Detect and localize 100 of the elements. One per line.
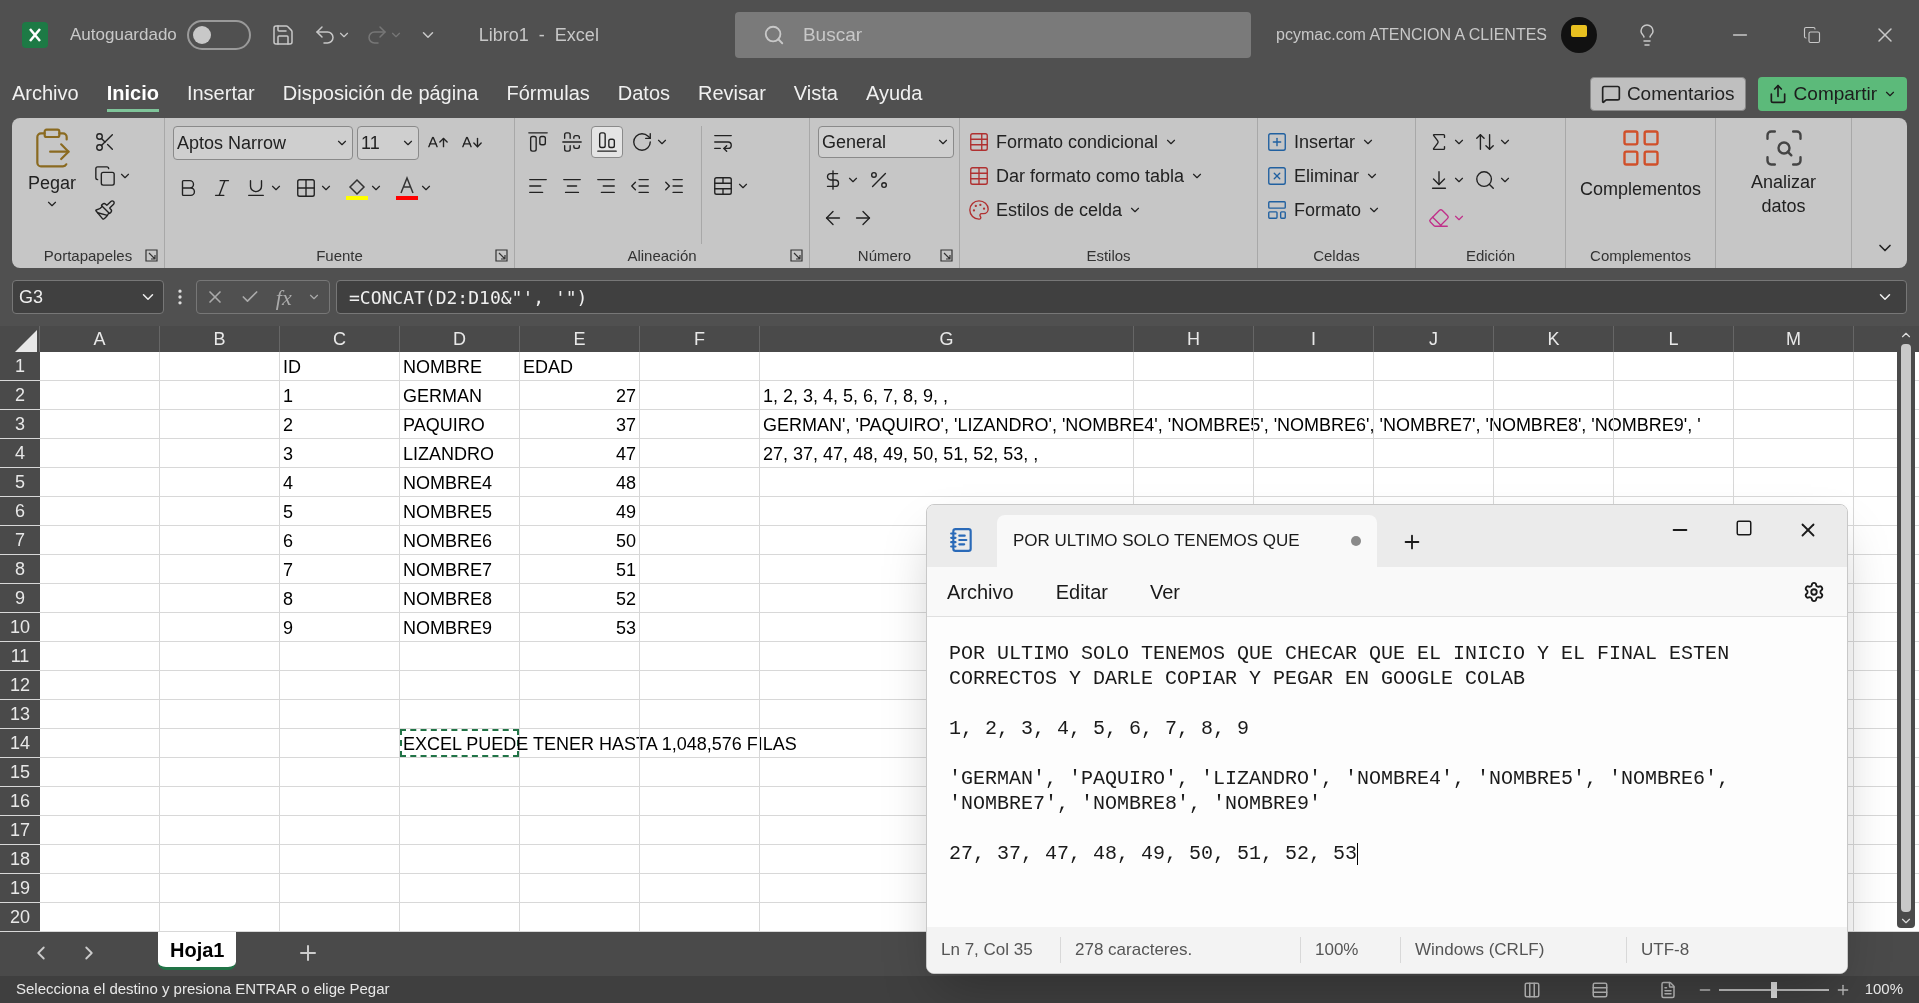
styles-menu-button[interactable]: Formato condicional (968, 126, 1205, 158)
group-label: Alineación (627, 245, 697, 266)
page-layout-icon[interactable] (1590, 980, 1609, 999)
ribbon-tab[interactable]: Ayuda (865, 76, 923, 112)
page-break-icon[interactable] (1658, 980, 1677, 999)
status-message: Selecciona el destino y presiona ENTRAR o elige Pegar (16, 979, 390, 1000)
autosave-toggle[interactable] (186, 20, 251, 50)
row-header[interactable]: 11 (0, 642, 40, 670)
row-header[interactable]: 5 (0, 468, 40, 496)
table-cell-text: NOMBRE4 (403, 472, 492, 495)
row-header[interactable]: 9 (0, 584, 40, 612)
paste-button[interactable]: Pegar (20, 126, 84, 244)
table-cell-text: EDAD (523, 356, 573, 379)
format-painter-icon (94, 199, 116, 221)
text-paragraph: 'GERMAN', 'PAQUIRO', 'LIZANDRO', 'NOMBRE4', 'NOMBRE5', 'NOMBRE6', 'NOMBRE7', 'NOMBRE8', 'NOMBRE9' (949, 766, 1731, 816)
row-header[interactable]: 8 (0, 555, 40, 583)
notepad-icon (949, 527, 975, 553)
row-header[interactable]: 6 (0, 497, 40, 525)
font-name-dropdown[interactable]: Aptos Narrow (173, 126, 353, 160)
dialog-launcher-icon[interactable] (790, 249, 803, 262)
normal-view-icon[interactable] (1522, 980, 1541, 999)
table-cell-text: 53 (615, 617, 636, 640)
dialog-launcher-icon[interactable] (145, 249, 158, 262)
menu-item[interactable]: Archivo (947, 576, 1014, 607)
save-icon[interactable] (270, 23, 295, 47)
orientation-icon (631, 131, 653, 153)
dialog-launcher-icon[interactable] (940, 249, 953, 262)
menu-item[interactable]: Ver (1149, 576, 1180, 607)
row-header[interactable]: 3 (0, 410, 40, 438)
row-header[interactable]: 19 (0, 874, 40, 902)
table-cell-text: 1, 2, 3, 4, 5, 6, 7, 8, 9, , (763, 385, 949, 408)
row-header[interactable]: 1 (0, 352, 40, 380)
square-icon (1266, 199, 1288, 221)
formula-field[interactable]: =CONCAT(D2:D10&"', '") (336, 280, 1907, 314)
cells-menu-button[interactable]: Eliminar (1266, 160, 1382, 192)
zoom-slider-thumb[interactable] (1770, 981, 1777, 998)
ribbon-tab[interactable]: Disposición de página (282, 76, 479, 112)
styles-menu-button[interactable]: Estilos de celda (968, 194, 1205, 226)
vertical-align-icon (561, 131, 583, 153)
merge-cells-icon (712, 175, 734, 197)
font-size-dropdown[interactable]: 11 (357, 126, 419, 160)
menu-item[interactable]: Editar (1055, 576, 1108, 607)
addins-button[interactable]: Complementos (1574, 126, 1707, 244)
status-text: UTF-8 (1641, 940, 1690, 960)
document-tab[interactable]: POR ULTIMO SOLO TENEMOS QUE (997, 515, 1377, 567)
table-cell-text: 3 (283, 443, 293, 466)
row-header[interactable]: 17 (0, 816, 40, 844)
name-box[interactable]: G3 (12, 280, 164, 314)
ribbon-tab[interactable]: Insertar (186, 76, 255, 112)
table-cell-text: NOMBRE9 (403, 617, 492, 640)
table-cell-text: PAQUIRO (403, 414, 485, 437)
percent-icon (868, 169, 890, 191)
cells-menu-button[interactable]: Formato (1266, 194, 1382, 226)
table-cell-text: LIZANDRO (403, 443, 494, 466)
share-button[interactable]: Compartir (1757, 77, 1907, 111)
status-text: 278 caracteres. (1075, 940, 1193, 960)
avatar-icon[interactable] (1561, 17, 1597, 53)
group-label: Portapapeles (43, 245, 133, 266)
text-paragraph: 1, 2, 3, 4, 5, 6, 7, 8, 9 (949, 716, 1251, 741)
status-text: Ln 7, Col 35 (941, 940, 1033, 960)
row-header[interactable]: 10 (0, 613, 40, 641)
table-cell-text: 27, 37, 47, 48, 49, 50, 51, 52, 53, , (763, 443, 1039, 466)
table-cell-text: 27 (615, 385, 636, 408)
row-header[interactable]: 20 (0, 903, 40, 931)
square-icon (1266, 165, 1288, 187)
cells-menu-button[interactable]: Insertar (1266, 126, 1382, 158)
table-cell-text: 5 (283, 501, 293, 524)
ribbon-tab[interactable]: Revisar (698, 76, 766, 112)
analyze-data-button[interactable]: Analizar datos (1733, 126, 1834, 244)
row-header[interactable]: 12 (0, 671, 40, 699)
row-header[interactable]: 14 (0, 729, 40, 757)
row-header[interactable]: 2 (0, 381, 40, 409)
ribbon-tab[interactable]: Datos (617, 76, 671, 112)
sheet-tab[interactable]: Hoja1 (158, 932, 237, 970)
row-header[interactable]: 13 (0, 700, 40, 728)
ribbon-tab[interactable]: Fórmulas (506, 76, 590, 112)
table-cell-text: NOMBRE7 (403, 559, 492, 582)
zoom-slider[interactable] (1718, 981, 1829, 998)
ribbon-tab[interactable]: Archivo (12, 76, 79, 112)
styles-menu-button[interactable]: Dar formato como tabla (968, 160, 1205, 192)
restore-icon[interactable] (1803, 26, 1821, 44)
dialog-launcher-icon[interactable] (495, 249, 508, 262)
borders-icon (295, 177, 317, 199)
table-cell-text: 7 (283, 559, 293, 582)
row-header[interactable]: 18 (0, 845, 40, 873)
table-cell-text: 48 (615, 472, 636, 495)
row-header[interactable]: 16 (0, 787, 40, 815)
ribbon-tab[interactable]: Inicio (106, 76, 159, 112)
table-cell-text: 50 (615, 530, 636, 553)
vertical-align-button[interactable] (591, 126, 623, 158)
number-format-dropdown[interactable]: General (818, 126, 954, 158)
row-header[interactable]: 7 (0, 526, 40, 554)
settings-icon[interactable] (1803, 580, 1825, 603)
copy-icon (94, 165, 116, 187)
ribbon-tab[interactable]: Vista (793, 76, 838, 112)
comments-button[interactable]: Comentarios (1589, 77, 1746, 111)
status-text: Windows (CRLF) (1415, 940, 1545, 960)
row-header[interactable]: 4 (0, 439, 40, 467)
row-header[interactable]: 15 (0, 758, 40, 786)
maximize-icon[interactable] (1735, 519, 1753, 537)
